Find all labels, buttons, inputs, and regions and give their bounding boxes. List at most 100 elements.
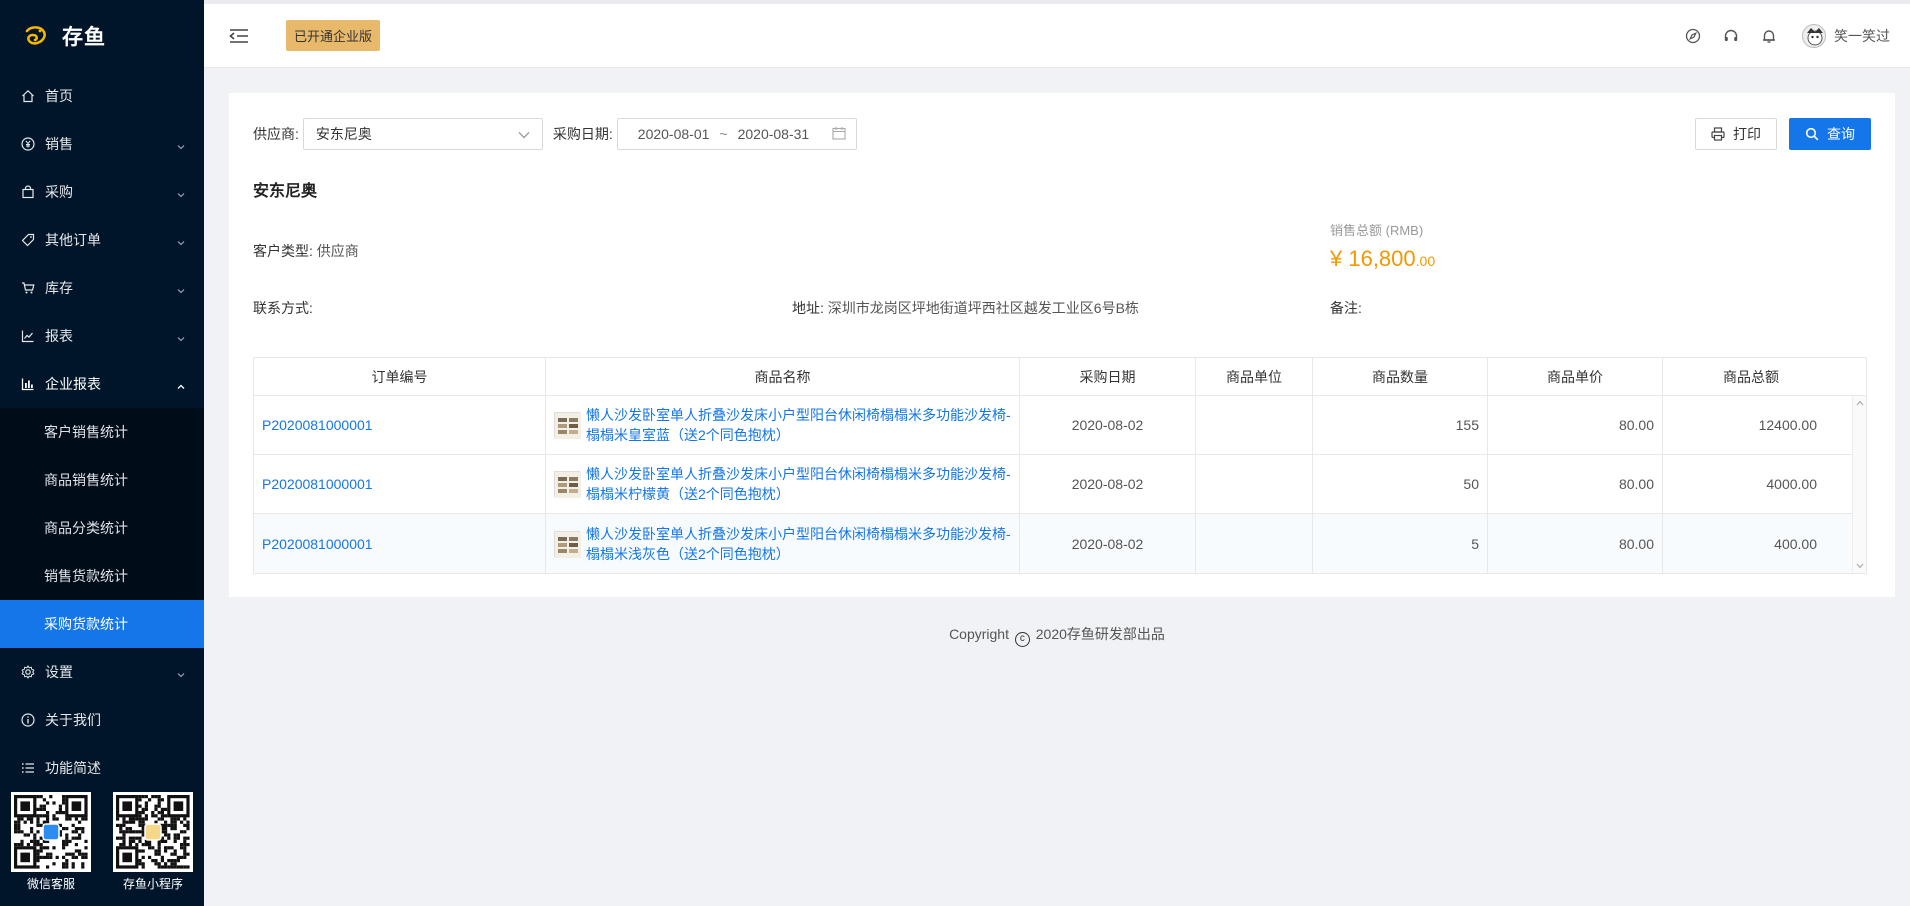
product-name-link[interactable]: 懒人沙发卧室单人折叠沙发床小户型阳台休闲椅榻榻米多功能沙发椅-榻榻米柠檬黄（送2… (586, 464, 1014, 504)
unit-cell (1196, 514, 1313, 573)
total-cell: 400.00 (1774, 535, 1817, 552)
address: 地址: 深圳市龙岗区坪地街道坪西社区越发工业区6号B栋 (792, 298, 1139, 318)
customer-type-label: 客户类型: (253, 243, 313, 259)
sidebar-item-label: 功能简述 (45, 760, 101, 776)
chevron-down-icon (176, 139, 186, 150)
table-body: P2020081000001 懒人沙发卧室单人折叠沙发床小户型阳台休闲椅榻榻米多功… (254, 396, 1866, 573)
sidebar-item[interactable]: 采购 (0, 168, 204, 216)
sidebar-subitem[interactable]: 商品分类统计 (0, 504, 204, 552)
date-start[interactable]: 2020-08-01 (638, 126, 710, 142)
sidebar-item[interactable]: 销售 (0, 120, 204, 168)
list-icon (20, 760, 36, 776)
sidebar-item[interactable]: 企业报表 (0, 360, 204, 408)
qr-code-icon (11, 792, 91, 872)
copyright-icon: c (1014, 632, 1030, 647)
column-header[interactable]: 商品数量 (1313, 358, 1488, 395)
order-number-link[interactable]: P2020081000001 (254, 455, 546, 513)
qr-code-icon (113, 792, 193, 872)
sidebar-item-label: 采购 (45, 184, 73, 200)
column-header[interactable]: 订单编号 (254, 358, 546, 395)
purchase-date-cell: 2020-08-02 (1020, 514, 1196, 573)
column-header[interactable]: 商品单位 (1196, 358, 1313, 395)
sales-total-main: ¥ 16,800 (1330, 246, 1416, 271)
sidebar-item[interactable]: 关于我们 (0, 696, 204, 744)
supplier-name-heading: 安东尼奥 (253, 183, 318, 200)
sales-total-decimal: .00 (1415, 253, 1436, 269)
remark-label: 备注: (1330, 300, 1362, 316)
sidebar-item[interactable]: 设置 (0, 648, 204, 696)
qr-mini-program: 存鱼小程序 (112, 792, 194, 892)
table-row[interactable]: P2020081000001 懒人沙发卧室单人折叠沙发床小户型阳台休闲椅榻榻米多功… (254, 455, 1866, 514)
chevron-down-icon (518, 126, 530, 142)
printer-icon (1711, 127, 1725, 141)
table-row[interactable]: P2020081000001 懒人沙发卧室单人折叠沙发床小户型阳台休闲椅榻榻米多功… (254, 514, 1866, 573)
sidebar: 存鱼 首页销售采购其他订单库存报表企业报表 客户销售统计 商品销售统计 商品分类统计… (0, 0, 204, 906)
filter-bar: 供应商: 安东尼奥 采购日期: 2020-08-01 ~ 2020-08-31 … (253, 117, 1871, 151)
unit-cell (1196, 396, 1313, 454)
contact: 联系方式: (253, 298, 313, 318)
fish-logo-icon (22, 22, 50, 50)
bar-chart-icon (20, 376, 36, 392)
date-separator: ~ (719, 126, 728, 142)
sidebar-item-label: 关于我们 (45, 712, 101, 728)
sidebar-subitem[interactable]: 销售货款统计 (0, 552, 204, 600)
qr-label: 微信客服 (26, 877, 75, 891)
total-cell: 4000.00 (1766, 476, 1817, 492)
query-button[interactable]: 查询 (1789, 118, 1871, 150)
sidebar-item[interactable]: 功能简述 (0, 744, 204, 792)
product-name-link[interactable]: 懒人沙发卧室单人折叠沙发床小户型阳台休闲椅榻榻米多功能沙发椅-榻榻米浅灰色（送2… (586, 524, 1014, 564)
sidebar-item[interactable]: 其他订单 (0, 216, 204, 264)
report-card: 供应商: 安东尼奥 采购日期: 2020-08-01 ~ 2020-08-31 … (229, 93, 1895, 597)
unit-price-cell: 80.00 (1488, 455, 1663, 513)
sidebar-subitem[interactable]: 客户销售统计 (0, 408, 204, 456)
table-scrollbar[interactable] (1852, 396, 1866, 573)
line-chart-icon (20, 328, 36, 344)
info-icon (20, 712, 36, 728)
sidebar-item-label: 其他订单 (45, 232, 101, 248)
cart-icon (20, 280, 36, 296)
logo[interactable]: 存鱼 (0, 0, 204, 72)
order-number-link[interactable]: P2020081000001 (254, 396, 546, 454)
address-value: 深圳市龙岗区坪地街道坪西社区越发工业区6号B栋 (827, 300, 1139, 316)
customer-type-value: 供应商 (316, 243, 359, 259)
total-cell: 12400.00 (1758, 417, 1817, 433)
date-label: 采购日期: (552, 126, 613, 142)
date-range-picker[interactable]: 2020-08-01 ~ 2020-08-31 (616, 118, 857, 150)
sidebar-item[interactable]: 首页 (0, 72, 204, 120)
column-header[interactable]: 商品名称 (546, 358, 1020, 395)
date-end[interactable]: 2020-08-31 (738, 126, 810, 142)
supplier-select[interactable]: 安东尼奥 (302, 118, 543, 150)
menu-fold-icon[interactable] (228, 25, 250, 47)
print-button[interactable]: 打印 (1695, 118, 1777, 150)
sidebar-item[interactable]: 报表 (0, 312, 204, 360)
table-row[interactable]: P2020081000001 懒人沙发卧室单人折叠沙发床小户型阳台休闲椅榻榻米多功… (254, 396, 1866, 455)
tag-icon (20, 232, 36, 248)
quantity-cell: 5 (1313, 514, 1488, 573)
chevron-down-icon[interactable] (1856, 563, 1864, 569)
column-header[interactable]: 采购日期 (1020, 358, 1196, 395)
chevron-down-icon (176, 283, 186, 294)
submenu-enterprise-report: 客户销售统计 商品销售统计 商品分类统计 销售货款统计 采购货款统计 (0, 408, 204, 648)
column-header[interactable]: 商品总额 (1663, 358, 1839, 395)
compass-icon[interactable] (1674, 21, 1712, 51)
quantity-cell: 50 (1313, 455, 1488, 513)
yen-circle-icon (20, 136, 36, 152)
chevron-up-icon (176, 379, 186, 389)
chevron-up-icon[interactable] (1856, 400, 1864, 406)
customer-type: 客户类型: 供应商 (253, 241, 359, 261)
product-name-link[interactable]: 懒人沙发卧室单人折叠沙发床小户型阳台休闲椅榻榻米多功能沙发椅-榻榻米皇室蓝（送2… (586, 405, 1014, 445)
user-menu[interactable]: 笑一笑过 (1802, 23, 1890, 48)
sidebar-item[interactable]: 库存 (0, 264, 204, 312)
headset-icon[interactable] (1712, 21, 1750, 51)
bell-icon[interactable] (1750, 21, 1788, 51)
sidebar-item-label: 报表 (45, 328, 73, 344)
chevron-down-icon (176, 187, 186, 198)
purchase-table: 订单编号 商品名称 采购日期 商品单位 商品数量 商品单价 商品总额 P2020081000… (253, 357, 1867, 574)
sidebar-subitem[interactable]: 商品销售统计 (0, 456, 204, 504)
sidebar-item-label: 首页 (45, 88, 73, 104)
order-number-link[interactable]: P2020081000001 (254, 514, 546, 573)
print-label: 打印 (1733, 126, 1761, 142)
column-header[interactable]: 商品单价 (1488, 358, 1663, 395)
product-cell: 懒人沙发卧室单人折叠沙发床小户型阳台休闲椅榻榻米多功能沙发椅-榻榻米柠檬黄（送2… (546, 455, 1020, 513)
sidebar-subitem[interactable]: 采购货款统计 (0, 600, 204, 648)
